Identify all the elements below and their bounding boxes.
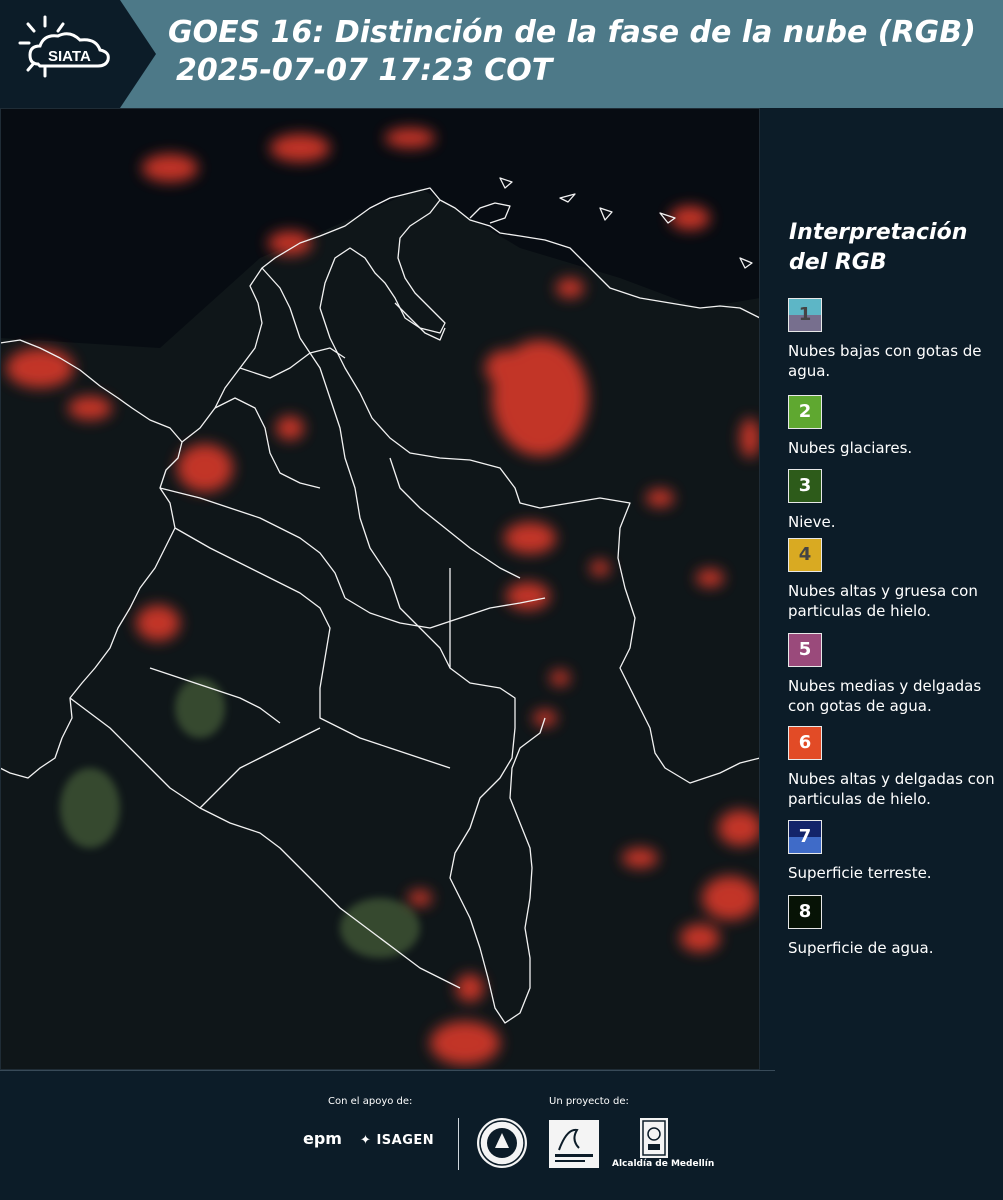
legend-label-5: Nubes medias y delgadas con gotas de agu… bbox=[788, 677, 982, 715]
legend-title: Interpretación del RGB bbox=[789, 218, 989, 278]
footer: Con el apoyo de: Un proyecto de: epm ✦ I… bbox=[0, 1070, 1003, 1200]
alcaldia-medellin-logo bbox=[640, 1118, 668, 1158]
siata-logo: SIATA bbox=[0, 0, 156, 108]
alcaldia-label: Alcaldía de Medellín bbox=[612, 1159, 715, 1169]
legend-num-5: 5 bbox=[798, 639, 812, 660]
isagen-logo: ✦ ISAGEN bbox=[360, 1133, 434, 1148]
legend-title-line-2: del RGB bbox=[789, 250, 887, 275]
isagen-star-icon: ✦ bbox=[360, 1133, 372, 1148]
legend-swatch-1: 1 bbox=[788, 298, 822, 332]
legend-item-7: 7 Superficie terreste. bbox=[788, 820, 998, 883]
title-line-2: 2025-07-07 17:23 COT bbox=[176, 53, 553, 88]
legend-label-1: Nubes bajas con gotas de agua. bbox=[788, 342, 982, 380]
legend-item-1: 1 Nubes bajas con gotas de agua. bbox=[788, 298, 998, 381]
legend-num-1: 1 bbox=[798, 304, 812, 325]
legend-num-4: 4 bbox=[798, 544, 812, 565]
legend-label-3: Nieve. bbox=[788, 513, 836, 531]
legend-label-7: Superficie terreste. bbox=[788, 864, 932, 882]
university-seal-logo bbox=[477, 1118, 527, 1168]
support-label: Con el apoyo de: bbox=[328, 1096, 413, 1107]
legend-panel: Interpretación del RGB 1 Nubes bajas con… bbox=[770, 108, 1003, 1070]
legend-label-4: Nubes altas y gruesa con particulas de h… bbox=[788, 582, 978, 620]
legend-title-line-1: Interpretación bbox=[789, 220, 968, 245]
isagen-logo-text: ISAGEN bbox=[376, 1133, 435, 1148]
satellite-map bbox=[0, 108, 760, 1070]
legend-num-8: 8 bbox=[798, 901, 812, 922]
page-title: GOES 16: Distinción de la fase de la nub… bbox=[168, 14, 976, 90]
footer-separator bbox=[458, 1118, 459, 1170]
legend-label-2: Nubes glaciares. bbox=[788, 439, 913, 457]
legend-swatch-4: 4 bbox=[788, 538, 822, 572]
footer-divider bbox=[0, 1070, 775, 1071]
legend-swatch-5: 5 bbox=[788, 633, 822, 667]
legend-swatch-2: 2 bbox=[788, 395, 822, 429]
legend-num-6: 6 bbox=[798, 732, 812, 753]
legend-item-6: 6 Nubes altas y delgadas con particulas … bbox=[788, 726, 998, 809]
title-line-1: GOES 16: Distinción de la fase de la nub… bbox=[168, 15, 976, 50]
legend-item-5: 5 Nubes medias y delgadas con gotas de a… bbox=[788, 633, 998, 716]
legend-swatch-7: 7 bbox=[788, 820, 822, 854]
epm-logo: epm bbox=[303, 1129, 342, 1148]
legend-label-6: Nubes altas y delgadas con particulas de… bbox=[788, 770, 995, 808]
legend-item-3: 3 Nieve. bbox=[788, 469, 998, 532]
legend-item-4: 4 Nubes altas y gruesa con particulas de… bbox=[788, 538, 998, 621]
siata-logo-text: SIATA bbox=[48, 48, 91, 65]
legend-swatch-6: 6 bbox=[788, 726, 822, 760]
area-metropolitana-logo bbox=[549, 1120, 599, 1168]
legend-num-3: 3 bbox=[798, 475, 812, 496]
header-bar: SIATA GOES 16: Distinción de la fase de … bbox=[0, 0, 1003, 108]
legend-swatch-8: 8 bbox=[788, 895, 822, 929]
legend-num-2: 2 bbox=[798, 401, 812, 422]
legend-item-8: 8 Superficie de agua. bbox=[788, 895, 998, 958]
legend-label-8: Superficie de agua. bbox=[788, 939, 934, 957]
legend-swatch-3: 3 bbox=[788, 469, 822, 503]
legend-num-7: 7 bbox=[798, 826, 812, 847]
legend-item-2: 2 Nubes glaciares. bbox=[788, 395, 998, 458]
project-label: Un proyecto de: bbox=[549, 1096, 629, 1107]
